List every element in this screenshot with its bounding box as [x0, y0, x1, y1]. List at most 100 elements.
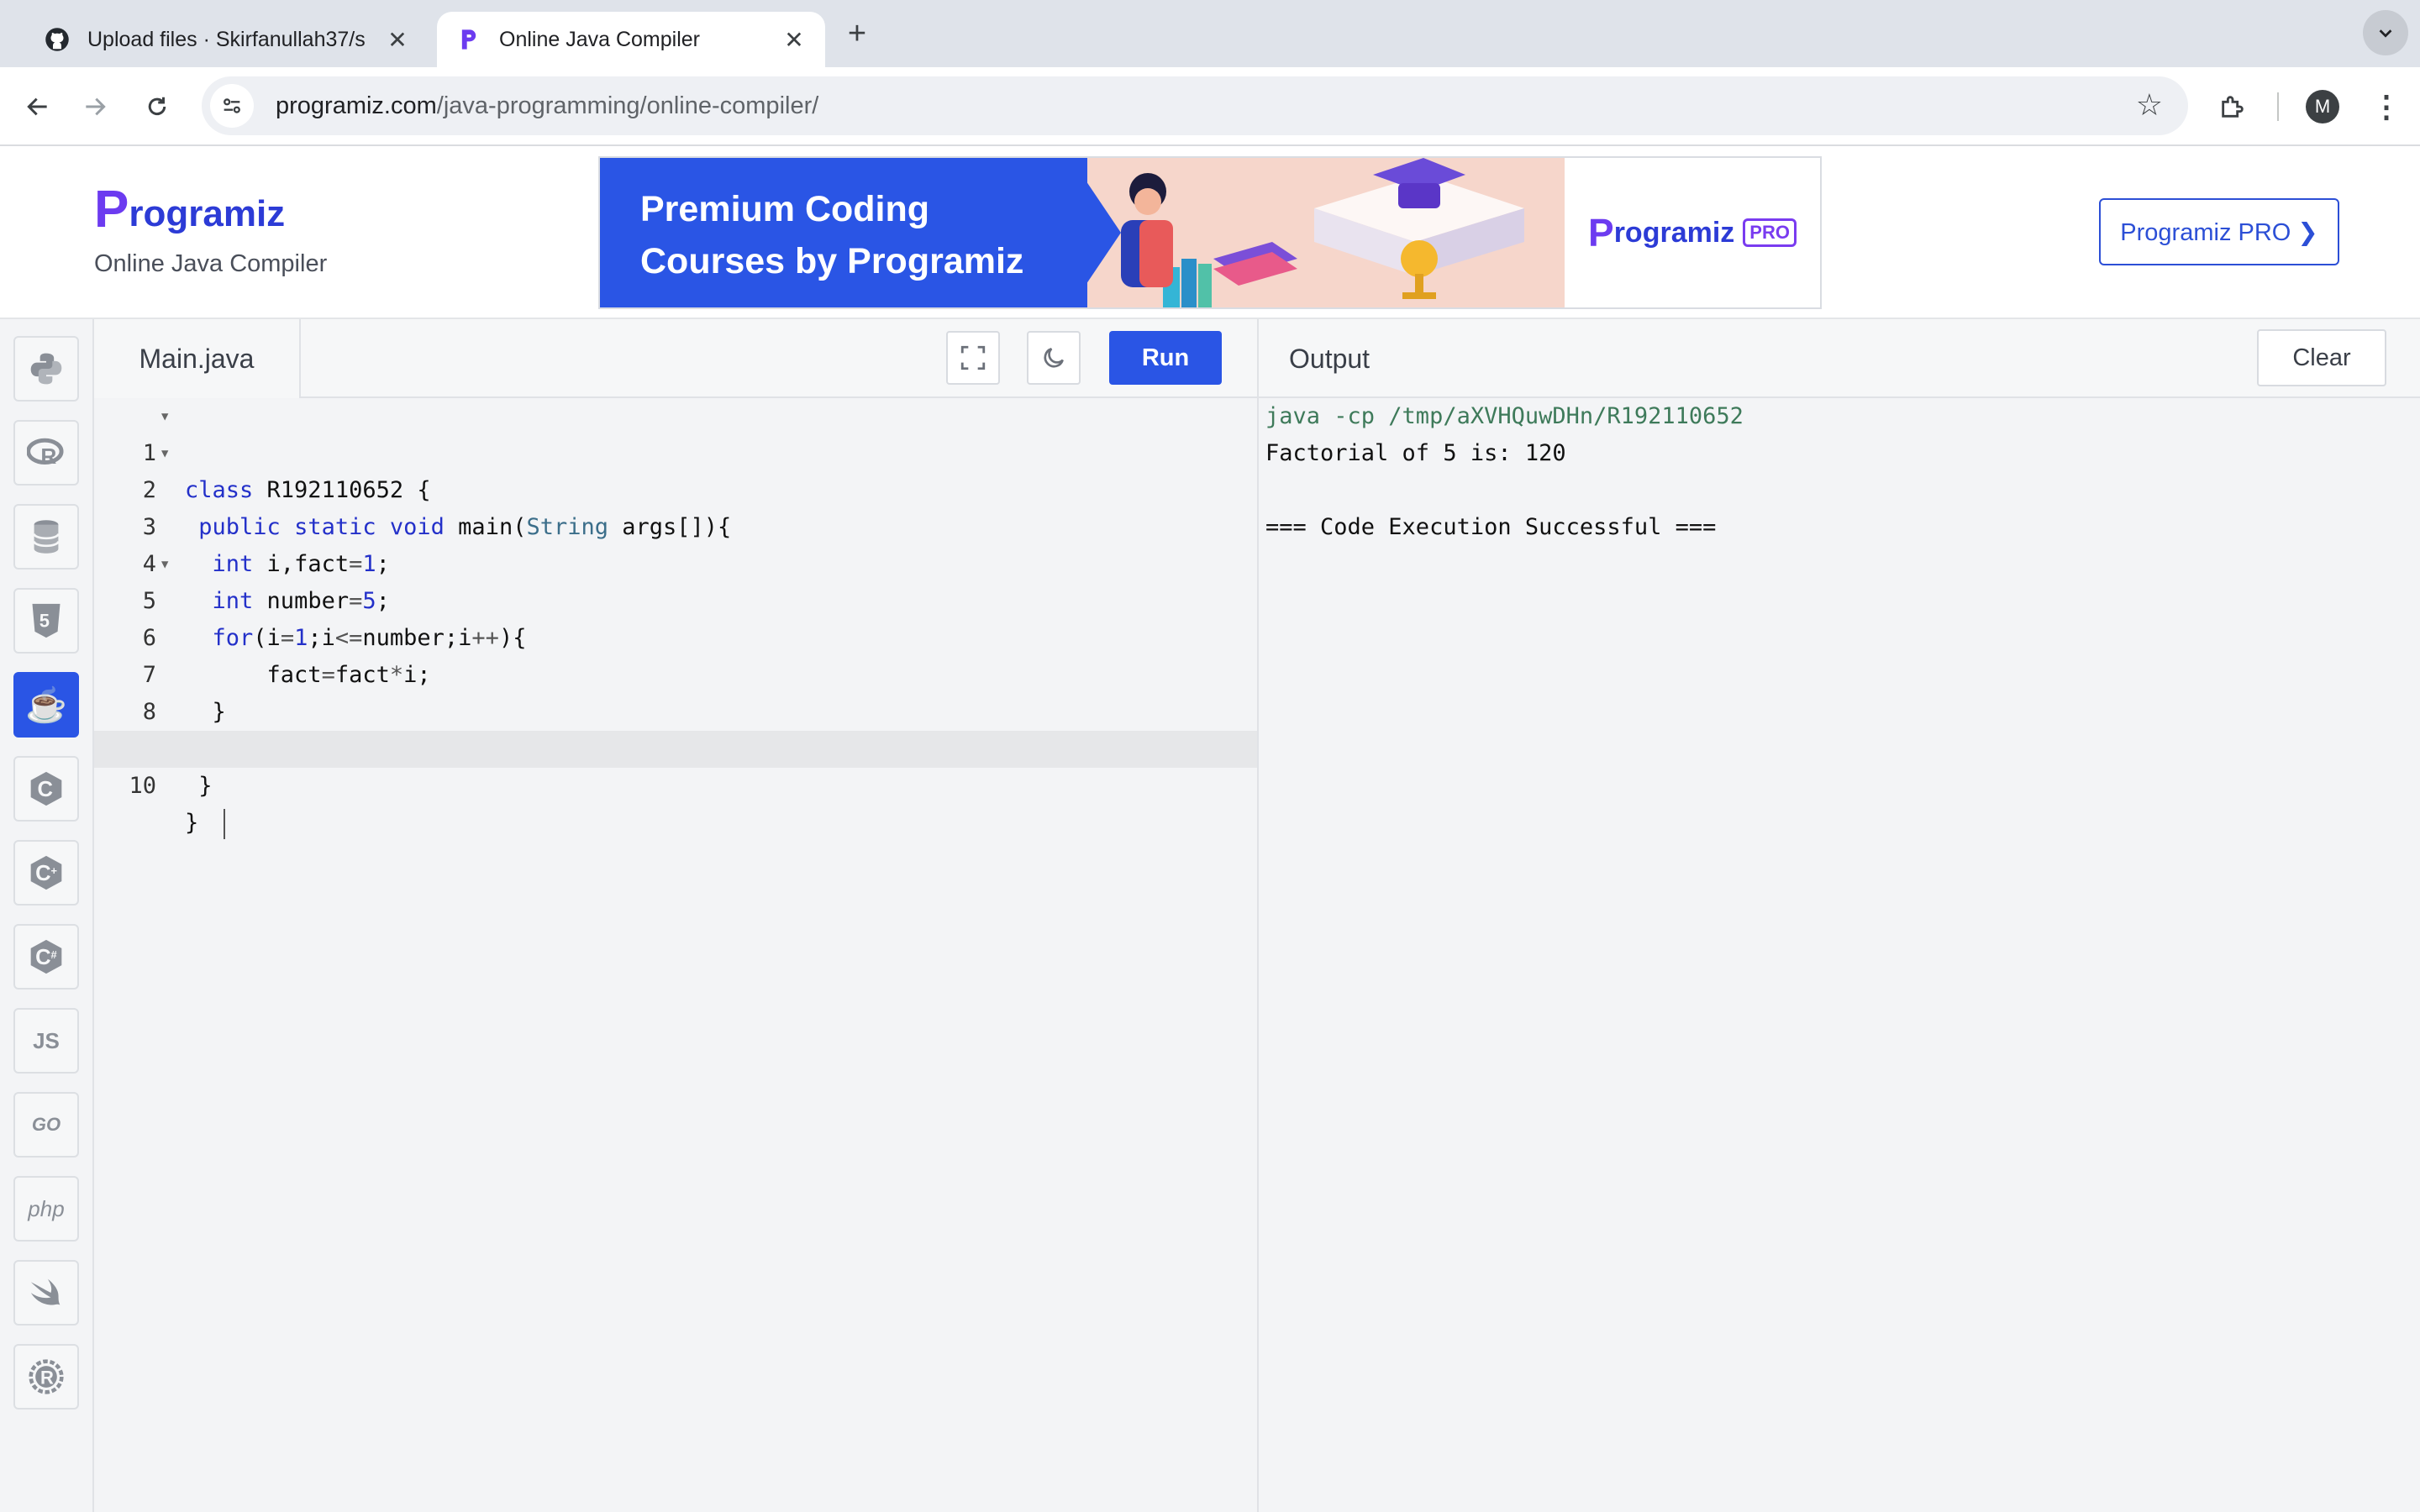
r-icon[interactable]: R: [13, 420, 79, 486]
tab-upload-files[interactable]: Upload files · Skirfanullah37/s ✕: [25, 12, 429, 67]
extensions-icon[interactable]: [2212, 86, 2254, 128]
output-console: java -cp /tmp/aXVHQuwDHn/R192110652 Fact…: [1265, 398, 1744, 546]
code-line: 7 }: [94, 620, 1257, 725]
language-sidebar: R 5 ☕ C C + C # JS GO php R: [0, 319, 94, 1512]
site-settings-icon[interactable]: [210, 84, 254, 128]
back-button[interactable]: [17, 86, 59, 128]
code-line: 2 ▼ public static void main(String args[]…: [94, 435, 1257, 540]
profile-avatar[interactable]: M: [2306, 90, 2339, 123]
tab-search-button[interactable]: [2363, 10, 2408, 55]
github-icon: [44, 26, 71, 53]
fullscreen-icon: [960, 345, 986, 370]
banner-illustration: [1087, 158, 1565, 307]
dark-mode-button[interactable]: [1027, 331, 1081, 385]
cpp-icon[interactable]: C +: [13, 840, 79, 906]
clear-button[interactable]: Clear: [2257, 329, 2386, 386]
fold-arrow-icon[interactable]: ▼: [161, 435, 168, 472]
svg-text:#: #: [51, 948, 57, 961]
tab-title: Upload files · Skirfanullah37/s: [87, 27, 366, 51]
pro-badge: PRO: [1743, 218, 1797, 247]
run-button[interactable]: Run: [1109, 331, 1222, 385]
code-line: 8 System.out.println("Factorial of "+num…: [94, 657, 1257, 762]
address-bar[interactable]: programiz.com/java-programming/online-co…: [202, 76, 2188, 135]
forward-button[interactable]: [74, 86, 116, 128]
code-line: 4 int number=5;: [94, 509, 1257, 614]
page-subtitle: Online Java Compiler: [94, 250, 328, 277]
svg-text:R: R: [40, 444, 56, 469]
javascript-icon[interactable]: JS: [13, 1008, 79, 1074]
chevron-down-icon: [2379, 29, 2392, 38]
code-line: 6 fact=fact*i;: [94, 583, 1257, 688]
close-icon[interactable]: ✕: [385, 26, 410, 54]
editor-toolbar: Main.java Run: [94, 319, 1257, 398]
output-title: Output: [1289, 344, 1370, 374]
new-tab-button[interactable]: +: [839, 15, 876, 52]
code-line: 5 ▼ for(i=1;i<=number;i++){: [94, 546, 1257, 651]
tab-title: Online Java Compiler: [499, 27, 700, 51]
promo-banner[interactable]: Premium Coding Courses by Programiz P ro…: [598, 156, 1822, 309]
banner-wedge: [1071, 158, 1121, 307]
browser-tab-strip: Upload files · Skirfanullah37/s ✕ Online…: [0, 0, 2420, 67]
code-line: 9 }: [94, 694, 1257, 799]
bookmark-star-icon[interactable]: ☆: [2136, 88, 2163, 122]
output-line-command: java -cp /tmp/aXVHQuwDHn/R192110652: [1265, 403, 1744, 429]
swift-icon[interactable]: [13, 1260, 79, 1326]
banner-brand: Programiz PRO: [1565, 158, 1820, 307]
java-icon[interactable]: ☕: [13, 672, 79, 738]
php-icon[interactable]: php: [13, 1176, 79, 1242]
c-icon[interactable]: C: [13, 756, 79, 822]
svg-text:R: R: [40, 1367, 54, 1388]
moon-icon: [1044, 348, 1064, 368]
svg-text:+: +: [51, 864, 58, 877]
csharp-icon[interactable]: C #: [13, 924, 79, 990]
rust-icon[interactable]: R: [13, 1344, 79, 1410]
code-editor-panel: Main.java Run 1 ▼ class R192110652 { 2 ▼ p…: [94, 319, 1257, 1512]
url-host: programiz.com: [276, 92, 437, 119]
logo-word: rogramiz: [129, 193, 286, 234]
url-path: /java-programming/online-compiler/: [436, 92, 819, 119]
output-panel: Output Clear java -cp /tmp/aXVHQuwDHn/R1…: [1257, 319, 2420, 1512]
code-line-current: 10 }: [94, 731, 1257, 839]
code-area[interactable]: 1 ▼ class R192110652 { 2 ▼ public static v…: [94, 398, 1257, 839]
banner-logo-letter: P: [1588, 211, 1614, 255]
fullscreen-button[interactable]: [946, 331, 1000, 385]
file-tab-main-java[interactable]: Main.java: [94, 319, 301, 398]
arrow-left-icon: [27, 97, 47, 116]
line-number: 10: [129, 773, 156, 799]
html5-icon[interactable]: 5: [13, 588, 79, 654]
url-text: programiz.com/java-programming/online-co…: [276, 92, 818, 120]
database-icon[interactable]: [13, 504, 79, 570]
reload-button[interactable]: [136, 86, 178, 128]
banner-line2: Courses by Programiz: [640, 241, 1024, 281]
programiz-logo[interactable]: Programiz: [94, 181, 286, 239]
programiz-icon: [455, 26, 482, 53]
svg-text:C: C: [35, 862, 51, 885]
go-icon[interactable]: GO: [13, 1092, 79, 1158]
toolbar-divider: [2277, 92, 2279, 121]
code-text: }: [185, 805, 226, 842]
text-cursor: [224, 808, 226, 839]
more-menu-icon[interactable]: ⋮: [2370, 86, 2403, 128]
output-line: Factorial of 5 is: 120: [1265, 440, 1566, 466]
svg-text:C: C: [35, 946, 51, 969]
python-icon[interactable]: [13, 336, 79, 402]
programiz-pro-button[interactable]: Programiz PRO ❯: [2099, 198, 2339, 265]
close-icon[interactable]: ✕: [781, 26, 807, 54]
code-line: 1 ▼ class R192110652 {: [94, 398, 1257, 503]
arrow-right-icon: [86, 97, 106, 116]
code-text: }: [185, 773, 213, 799]
site-header: Programiz Online Java Compiler Premium C…: [0, 146, 2420, 319]
java-glyph: ☕: [25, 686, 67, 724]
fold-arrow-icon[interactable]: ▼: [161, 546, 168, 583]
banner-line1: Premium Coding: [640, 189, 930, 229]
browser-toolbar: programiz.com/java-programming/online-co…: [0, 67, 2420, 146]
svg-text:5: 5: [39, 610, 50, 631]
fold-arrow-icon[interactable]: ▼: [161, 398, 168, 435]
svg-text:C: C: [38, 778, 54, 801]
output-line: === Code Execution Successful ===: [1265, 514, 1717, 540]
banner-logo-word: rogramiz: [1613, 216, 1735, 249]
tab-online-java-compiler[interactable]: Online Java Compiler ✕: [437, 12, 825, 67]
logo-letter: P: [94, 181, 129, 239]
reload-icon: [148, 97, 166, 116]
